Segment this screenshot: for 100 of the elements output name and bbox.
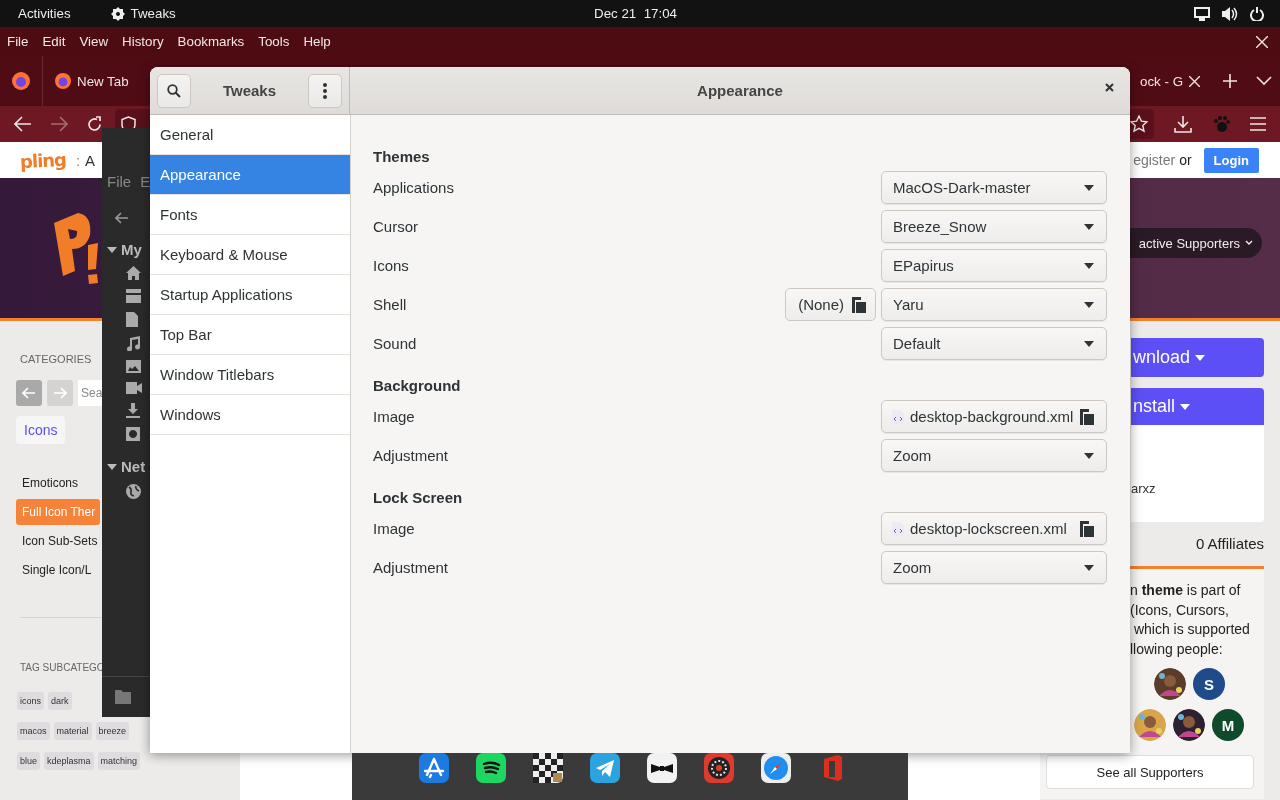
close-icon (1105, 83, 1114, 92)
tag[interactable]: breeze (95, 722, 130, 740)
card-text: arxz (1131, 481, 1156, 496)
tag[interactable]: matching (97, 752, 141, 770)
caret-icon (1084, 223, 1094, 230)
register-link[interactable]: egister (1133, 152, 1176, 168)
avatar[interactable]: M (1212, 709, 1244, 741)
menu-item[interactable]: View (79, 34, 109, 49)
affiliates-count: 0 Affiliates (1195, 535, 1264, 552)
supporters-dropdown[interactable]: active Supporters (1130, 228, 1262, 258)
category-item[interactable]: Single Icon/L (16, 557, 100, 583)
caret-icon (1084, 452, 1094, 459)
menu-item[interactable]: History (122, 34, 164, 49)
caret-icon (1084, 340, 1094, 347)
file-open-icon (852, 296, 866, 313)
search-button[interactable] (157, 73, 191, 108)
menu-item[interactable]: File (7, 34, 29, 49)
setting-label: Image (373, 520, 416, 537)
star-icon (1130, 115, 1148, 133)
breadcrumb-separator: : (75, 151, 81, 169)
sidebar-item[interactable]: Windows (150, 395, 350, 435)
plus-icon (1222, 73, 1238, 89)
music-icon (126, 336, 140, 351)
caret-icon (1245, 240, 1253, 246)
tag[interactable]: material (53, 722, 92, 740)
menu-item[interactable]: Edit (42, 34, 66, 49)
activities-button[interactable]: Activities (18, 6, 71, 21)
close-icon (1256, 35, 1268, 48)
sidebar-item[interactable]: Keyboard & Mouse (150, 235, 350, 275)
dropdown[interactable]: Yaru (881, 288, 1107, 321)
download-button[interactable]: wnload (1131, 338, 1264, 377)
section-heading: Lock Screen (373, 488, 464, 508)
see-all-button[interactable]: See all Supporters (1046, 755, 1254, 789)
caret-icon (1084, 184, 1094, 191)
section-heading[interactable]: Net (121, 458, 146, 475)
dropdown[interactable]: EPapirus (881, 249, 1107, 282)
file-chooser-button[interactable]: desktop-background.xml (881, 400, 1107, 433)
category-item[interactable]: Icon Sub-Sets (16, 528, 100, 554)
section-heading[interactable]: My (121, 241, 142, 258)
breadcrumb[interactable]: A (85, 151, 96, 169)
sidebar-item[interactable]: Fonts (150, 195, 350, 235)
video-icon (126, 382, 142, 394)
menu-item[interactable]: Tools (258, 34, 290, 49)
tag[interactable]: macos (17, 722, 50, 740)
volume-icon (1222, 6, 1238, 21)
sidebar-item[interactable]: Window Titlebars (150, 355, 350, 395)
clock[interactable]: Dec 21 17:04 (594, 6, 677, 21)
tag[interactable]: kdeplasma (44, 752, 94, 770)
menu-item[interactable]: File (107, 173, 132, 190)
login-button[interactable]: Login (1203, 147, 1259, 173)
window-title: Tweaks (222, 82, 277, 99)
tag[interactable]: icons (17, 692, 44, 710)
close-icon (1189, 75, 1200, 87)
dial-icon (704, 753, 734, 783)
sidebar-item[interactable]: Appearance (150, 155, 350, 195)
globe-icon (126, 484, 141, 499)
setting-label: Image (373, 408, 416, 425)
browser-tab[interactable]: New Tab (55, 73, 129, 89)
chevron-down-icon (1256, 76, 1272, 86)
install-button[interactable]: nstall (1131, 388, 1264, 425)
menu-item[interactable]: E (140, 173, 150, 190)
category-chip[interactable]: Icons (16, 416, 66, 444)
dropdown[interactable]: Breeze_Snow (881, 210, 1107, 243)
browser-logo-icon (55, 73, 71, 89)
section-heading: TAG SUBCATEGO (20, 662, 105, 673)
download-icon (126, 403, 140, 418)
menu-item[interactable]: Help (303, 34, 331, 49)
sidebar-item[interactable]: Startup Applications (150, 275, 350, 315)
avatar[interactable]: S (1193, 668, 1225, 700)
setting-label: Sound (373, 335, 418, 352)
dropdown[interactable]: Zoom (881, 551, 1107, 584)
more-icon (323, 82, 327, 99)
browser-tab[interactable]: ock - G (1140, 73, 1183, 89)
file-chooser-button[interactable]: desktop-lockscreen.xml (881, 512, 1107, 545)
sidebar-item[interactable]: Top Bar (150, 315, 350, 355)
app-menu[interactable]: Tweaks (110, 6, 176, 21)
browser-logo-icon (12, 72, 30, 90)
caret-icon (1195, 354, 1206, 361)
dropdown[interactable]: Default (881, 327, 1107, 360)
category-item[interactable]: Emoticons (16, 470, 100, 496)
tag[interactable]: blue (17, 752, 40, 770)
caret-icon (107, 246, 117, 253)
or-text: or (1179, 152, 1192, 168)
dropdown[interactable]: MacOS-Dark-master (881, 171, 1107, 204)
search-field[interactable]: Sea (78, 380, 104, 406)
file-chooser-button[interactable]: (None) (785, 288, 876, 321)
supporters-text: n theme is part of (Icons, Cursors, which is supported llowing people: (1130, 581, 1251, 659)
close-button[interactable] (1105, 83, 1114, 92)
setting-label: Icons (373, 257, 410, 274)
menu-button[interactable] (308, 73, 342, 108)
caret-icon (1180, 403, 1191, 410)
folder-icon (115, 690, 131, 704)
setting-label: Applications (373, 179, 455, 196)
sound-waves-icon (476, 753, 506, 783)
dropdown[interactable]: Zoom (881, 439, 1107, 472)
document-icon (126, 312, 138, 327)
download-icon (1174, 115, 1192, 133)
reload-icon (86, 115, 103, 133)
menu-item[interactable]: Bookmarks (177, 34, 245, 49)
tag[interactable]: dark (48, 692, 72, 710)
